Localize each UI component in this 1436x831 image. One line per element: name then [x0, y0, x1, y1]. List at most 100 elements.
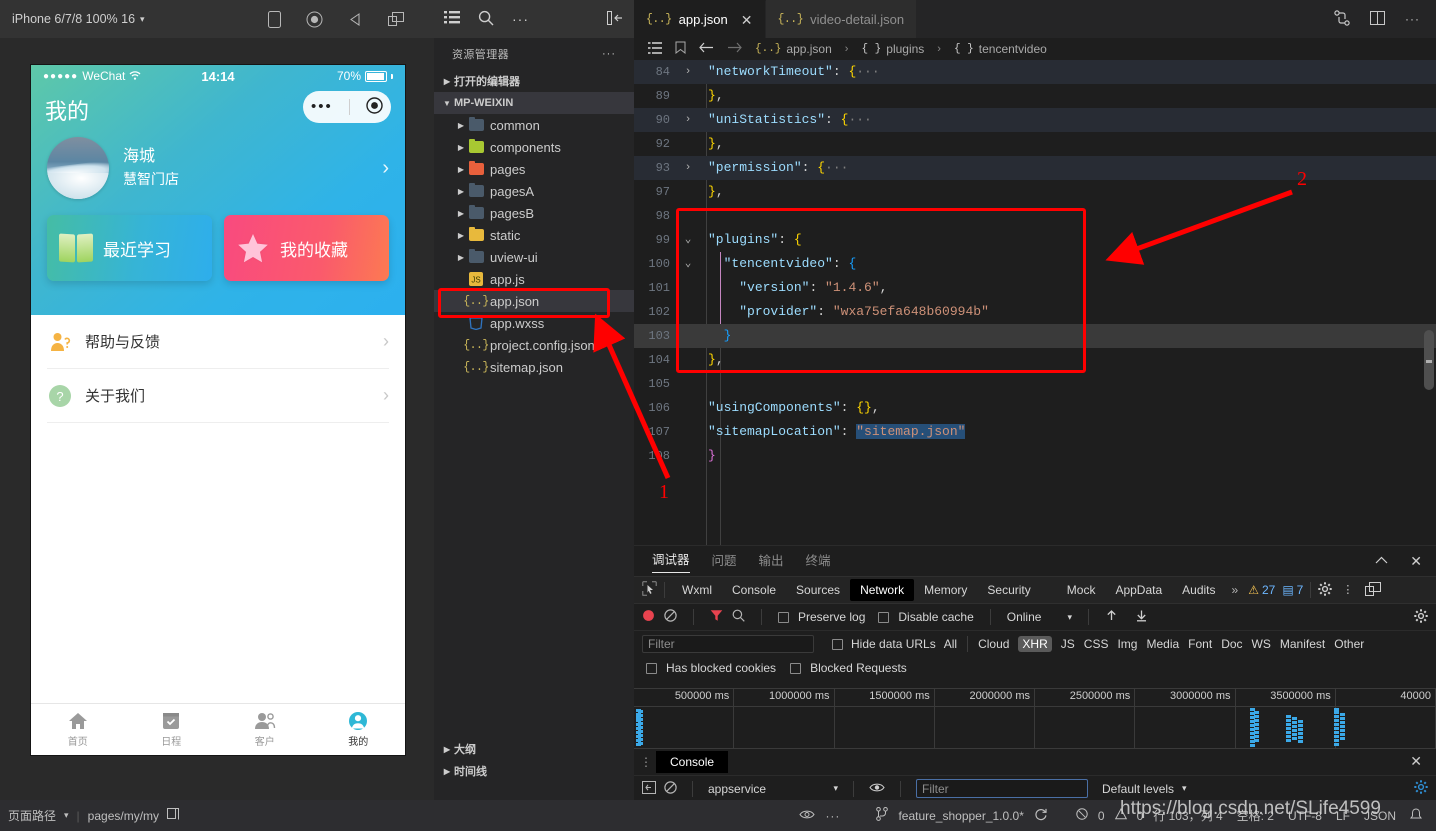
code-line[interactable]: 104},	[634, 348, 1436, 372]
close-drawer-icon[interactable]: ✕	[1410, 753, 1422, 770]
editor-tab-app-json[interactable]: {..} app.json ✕	[634, 0, 766, 38]
resource-type-xhr[interactable]: XHR	[1018, 636, 1052, 652]
code-line[interactable]: 107 "sitemapLocation": "sitemap.json"	[634, 420, 1436, 444]
nav-back-icon[interactable]	[699, 42, 714, 56]
blocked-requests-checkbox[interactable]	[790, 662, 802, 674]
fold-expand-icon[interactable]: ›	[680, 108, 696, 132]
separate-window-icon[interactable]	[388, 12, 404, 26]
resource-type-css[interactable]: CSS	[1084, 637, 1109, 651]
clear-console-icon[interactable]	[664, 780, 677, 797]
devtools-tab-sources[interactable]: Sources	[786, 579, 850, 601]
resource-type-doc[interactable]: Doc	[1221, 637, 1242, 651]
sound-icon[interactable]	[348, 12, 363, 27]
console-context-select[interactable]: appservice ▾	[708, 782, 838, 796]
tabbar-item-mine[interactable]: 我的	[312, 704, 406, 755]
capsule-menu-icon[interactable]: •••	[311, 99, 333, 114]
maximize-panel-icon[interactable]	[1375, 554, 1388, 568]
warning-icon[interactable]: ⚠	[1248, 583, 1259, 597]
file-item-app-json[interactable]: {..} app.json	[434, 290, 634, 312]
filter-funnel-icon[interactable]	[710, 609, 723, 625]
breadcrumb-list-icon[interactable]	[648, 41, 662, 57]
preserve-log-checkbox[interactable]	[778, 611, 789, 623]
profile-row[interactable]: 海城 慧智门店 ›	[31, 133, 405, 199]
devtools-tab-wxml[interactable]: Wxml	[672, 579, 722, 601]
clear-network-icon[interactable]	[664, 609, 677, 625]
file-item-app-wxss[interactable]: app.wxss	[434, 312, 634, 334]
message-icon[interactable]: ▤	[1282, 583, 1293, 597]
disable-cache-checkbox[interactable]	[878, 611, 890, 623]
explorer-section-mp-weixin[interactable]: ▼ MP-WEIXIN	[434, 92, 634, 114]
blocked-requests-label[interactable]: Blocked Requests	[810, 661, 907, 675]
export-har-icon[interactable]	[1135, 609, 1148, 625]
warning-count[interactable]: 27	[1262, 583, 1275, 597]
file-item-uview-ui[interactable]: ▶ uview-ui	[434, 246, 634, 268]
fold-expand-icon[interactable]: ›	[680, 156, 696, 180]
device-selector-caret[interactable]: ▾	[140, 14, 145, 25]
bell-icon[interactable]	[1410, 807, 1422, 824]
sync-icon[interactable]	[1034, 807, 1048, 824]
devtools-tab-security[interactable]: Security	[977, 579, 1040, 601]
devtools-tab-memory[interactable]: Memory	[914, 579, 977, 601]
fold-expand-icon[interactable]: ›	[680, 60, 696, 84]
panel-tab-output[interactable]: 输出	[759, 550, 784, 573]
explorer-section-outline[interactable]: ▶ 大纲	[434, 738, 634, 760]
resource-type-cloud[interactable]: Cloud	[978, 637, 1009, 651]
explorer-section-timeline[interactable]: ▶ 时间线	[434, 760, 634, 782]
fold-collapse-icon[interactable]: ⌄	[680, 252, 696, 276]
explorer-list-icon[interactable]	[444, 10, 460, 28]
list-item-about[interactable]: ? 关于我们 ›	[47, 369, 389, 423]
search-icon[interactable]	[478, 10, 494, 29]
network-settings-gear-icon[interactable]	[1414, 608, 1428, 626]
search-icon[interactable]	[732, 609, 745, 625]
wechat-capsule[interactable]: •••	[303, 91, 391, 123]
console-sidebar-toggle-icon[interactable]	[642, 780, 656, 797]
breadcrumb-item-tencentvideo[interactable]: { } tencentvideo	[954, 42, 1047, 56]
status-page-path-label[interactable]: 页面路径	[8, 807, 56, 824]
code-line[interactable]: 101 "version": "1.4.6",	[634, 276, 1436, 300]
close-icon[interactable]: ✕	[741, 13, 753, 27]
breadcrumb-item-file[interactable]: {..} app.json	[755, 42, 832, 56]
nav-forward-icon[interactable]	[727, 42, 742, 56]
status-branch-label[interactable]: feature_shopper_1.0.0*	[898, 809, 1023, 823]
file-item-components[interactable]: ▶ components	[434, 136, 634, 158]
fold-collapse-icon[interactable]: ⌄	[680, 228, 696, 252]
panel-tab-debugger[interactable]: 调试器	[652, 549, 690, 573]
code-line[interactable]: 84 › "networkTimeout": {···	[634, 60, 1436, 84]
code-line[interactable]: 89},	[634, 84, 1436, 108]
card-recent-study[interactable]: 最近学习	[47, 215, 212, 281]
bookmark-icon[interactable]	[675, 41, 686, 57]
record-network-icon[interactable]	[642, 609, 655, 625]
drawer-tab-console[interactable]: Console	[656, 751, 729, 773]
devtools-tab-console[interactable]: Console	[722, 579, 786, 601]
tabbar-item-schedule[interactable]: 日程	[125, 704, 219, 755]
resource-type-media[interactable]: Media	[1146, 637, 1179, 651]
hide-data-urls-label[interactable]: Hide data URLs	[851, 637, 936, 651]
throttle-select-value[interactable]: Online	[1007, 610, 1042, 624]
message-count[interactable]: 7	[1297, 583, 1304, 597]
code-line[interactable]: 103 }	[634, 324, 1436, 348]
breadcrumb-item-plugins[interactable]: { } plugins	[861, 42, 924, 56]
tabbar-item-customer[interactable]: 客户	[218, 704, 312, 755]
resource-type-js[interactable]: JS	[1061, 637, 1075, 651]
code-line[interactable]: 92},	[634, 132, 1436, 156]
code-line[interactable]: 102 "provider": "wxa75efa648b60994b"	[634, 300, 1436, 324]
chevron-down-icon[interactable]: ▾	[64, 810, 69, 821]
panel-tab-problems[interactable]: 问题	[712, 550, 737, 573]
code-line[interactable]: 99 ⌄ "plugins": {	[634, 228, 1436, 252]
eye-icon[interactable]	[869, 782, 885, 796]
devtools-overflow-icon[interactable]: »	[1226, 583, 1245, 597]
explorer-more-icon[interactable]: ···	[602, 48, 616, 60]
file-item-pagesB[interactable]: ▶ pagesB	[434, 202, 634, 224]
run-preview-icon[interactable]	[1334, 9, 1350, 29]
code-line[interactable]: 90 › "uniStatistics": {···	[634, 108, 1436, 132]
status-error-count[interactable]: 0	[1098, 809, 1105, 823]
error-icon[interactable]	[1076, 808, 1088, 823]
devtools-tab-appdata[interactable]: AppData	[1105, 579, 1172, 601]
file-item-project-config-json[interactable]: {..} project.config.json	[434, 334, 634, 356]
code-line[interactable]: 98	[634, 204, 1436, 228]
disable-cache-label[interactable]: Disable cache	[898, 610, 973, 624]
has-blocked-cookies-checkbox[interactable]	[646, 662, 657, 674]
chevron-down-icon[interactable]: ▾	[1067, 612, 1072, 623]
panel-tab-terminal[interactable]: 终端	[806, 550, 831, 573]
chevron-down-icon[interactable]: ▾	[1182, 783, 1187, 794]
